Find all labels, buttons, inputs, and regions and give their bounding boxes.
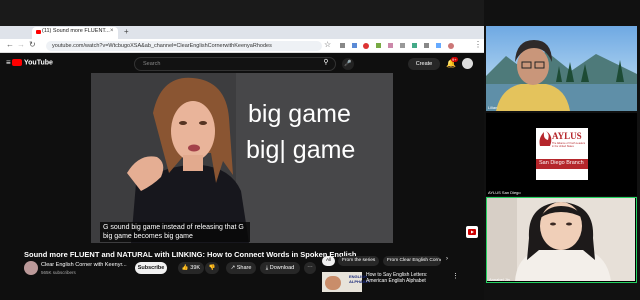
dislike-button[interactable]: 👎 <box>205 262 219 274</box>
participant-video <box>486 26 637 111</box>
new-tab-icon[interactable]: + <box>124 27 129 36</box>
recommended-avatar <box>325 276 341 290</box>
chip-all[interactable]: All <box>322 256 336 266</box>
extension-icon <box>363 43 369 49</box>
participant-tile-lilian[interactable] <box>486 26 637 111</box>
aylus-subtitle: The Alliance of Youth Leaders in the Uni… <box>552 142 586 148</box>
extension-icon <box>400 43 405 48</box>
participant-video <box>487 198 635 281</box>
browser-menu-icon[interactable]: ⋮ <box>474 40 482 49</box>
voice-search-icon[interactable]: 🎤 <box>342 58 354 70</box>
hamburger-menu-icon[interactable]: ≡ <box>6 58 11 67</box>
video-overlay-line2: big| game <box>246 136 356 164</box>
search-icon[interactable]: ⚲ <box>316 58 336 70</box>
participant-tile-annabel[interactable] <box>486 197 637 283</box>
subscribe-label: Subscribe <box>137 265 165 271</box>
download-label: Download <box>269 265 295 271</box>
download-icon: ⤓ <box>265 265 269 271</box>
youtube-favicon-icon <box>36 30 41 34</box>
channel-name[interactable]: Clear English Corner with Keenyr... <box>41 262 127 268</box>
extensions-toolbar <box>338 43 458 49</box>
youtube-logo-text: YouTube <box>24 59 53 67</box>
video-overlay-line1: big game <box>248 100 351 128</box>
share-label: Share <box>236 265 252 271</box>
channel-avatar[interactable] <box>24 261 38 275</box>
tab-title: (11) Sound more FLUENT... <box>42 28 110 34</box>
participant-name-aylus: AYLUS San Diego <box>488 190 521 195</box>
participant-name-lilian: Lilian <box>488 105 498 110</box>
youtube-play-icon <box>12 59 22 66</box>
more-actions-button[interactable]: ⋯ <box>304 262 316 274</box>
subscribe-button[interactable]: Subscribe <box>135 262 167 274</box>
back-icon[interactable]: ← <box>6 40 14 49</box>
search-input[interactable]: Search <box>134 57 336 71</box>
bookmark-star-icon[interactable]: ☆ <box>324 40 331 49</box>
thumbs-down-icon: 👎 <box>208 265 216 271</box>
notification-count-badge: 9+ <box>451 57 458 62</box>
youtube-logo[interactable]: YouTube <box>12 59 53 66</box>
extension-icon <box>388 43 393 48</box>
create-button[interactable]: Create <box>408 58 440 70</box>
participant-name-annabel: Annabel Jin <box>489 277 510 282</box>
more-icon: ⋯ <box>307 265 313 271</box>
avatar[interactable] <box>462 58 473 69</box>
video-title: Sound more FLUENT and NATURAL with LINKI… <box>24 250 357 259</box>
like-button[interactable]: 👍 39K <box>178 262 204 274</box>
thumbs-up-icon: 👍 <box>181 265 189 271</box>
close-tab-icon[interactable]: × <box>110 28 114 34</box>
extension-icon <box>340 43 345 48</box>
reload-icon[interactable]: ↻ <box>29 40 36 49</box>
extension-icon <box>424 43 429 48</box>
forward-icon[interactable]: → <box>17 40 25 49</box>
aylus-title: AYLUS <box>552 131 582 141</box>
profile-avatar-icon <box>448 43 454 49</box>
recommended-more-icon[interactable]: ⋮ <box>452 272 459 280</box>
extension-icon <box>412 43 417 48</box>
recommended-thumbnail-text: ENGLISH ALPHABET <box>349 274 371 284</box>
chips-next-icon[interactable]: › <box>446 256 448 262</box>
chip-from-series[interactable]: From the series <box>338 256 380 266</box>
share-button[interactable]: ↗ Share <box>226 262 256 274</box>
like-count: 39K <box>190 265 201 271</box>
youtube-watermark-icon[interactable] <box>466 226 478 238</box>
recommended-video-title[interactable]: How to Say English Letters: American Eng… <box>366 272 446 284</box>
create-label: Create <box>415 61 433 67</box>
chip-from-channel[interactable]: From Clear English Corne <box>383 256 441 266</box>
download-button[interactable]: ⤓ Download <box>260 262 300 274</box>
extension-icon <box>352 43 357 48</box>
aylus-branch: San Diego Branch <box>539 160 584 166</box>
subscriber-count: 565K subscribers <box>41 270 76 275</box>
video-caption: G sound big game instead of releasing th… <box>100 222 250 242</box>
extension-icon <box>436 43 441 48</box>
share-icon: ↗ <box>230 265 236 271</box>
extension-icon <box>376 43 381 48</box>
url-input[interactable]: youtube.com/watch?v=WtcbugoXSA&ab_channe… <box>46 41 322 51</box>
